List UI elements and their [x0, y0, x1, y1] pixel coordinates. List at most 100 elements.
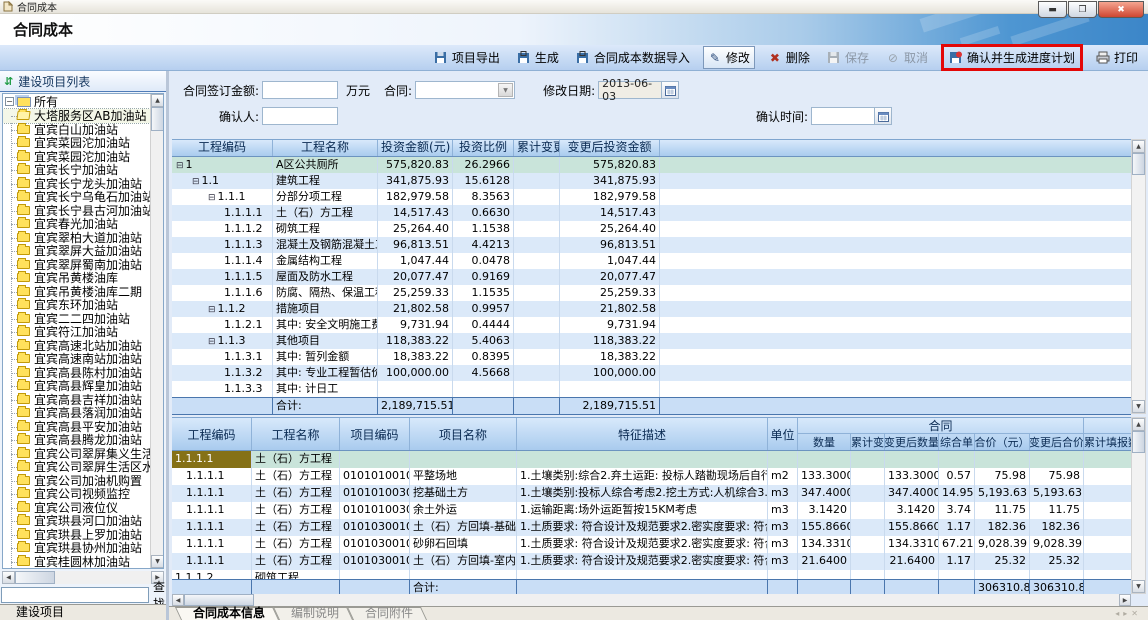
scroll-up-icon[interactable]: ▲: [1132, 140, 1145, 153]
cell-project-code: 010103001001: [340, 519, 410, 536]
column-header[interactable]: 变更后投资金额: [560, 140, 660, 156]
table-row[interactable]: 1.1.1.5屋面及防水工程20,077.470.916920,077.47: [172, 269, 1131, 285]
cell-project-name: 余土外运: [410, 502, 517, 519]
tab-construction-projects[interactable]: 建设项目: [8, 603, 78, 620]
delete-button[interactable]: ✖删除: [764, 47, 814, 68]
table-row[interactable]: 1.1.1.3混凝土及钢筋混凝土工程96,813.514.421396,813.…: [172, 237, 1131, 253]
column-header[interactable]: 累计变更金: [514, 140, 560, 156]
table-row[interactable]: 1.1.1.4金属结构工程1,047.440.04781,047.44: [172, 253, 1131, 269]
table1-vertical-scrollbar[interactable]: ▲ ▼: [1131, 139, 1146, 414]
scroll-thumb[interactable]: [184, 594, 254, 606]
cell-filler: [660, 333, 1131, 349]
column-header[interactable]: 投资金额(元): [378, 140, 453, 156]
table-row[interactable]: 1.1.1.1土（石）方工程010103001003土（石）方回填-室内1.土质…: [172, 553, 1131, 570]
scroll-down-icon[interactable]: ▼: [1132, 400, 1145, 413]
tree-horizontal-scrollbar[interactable]: ◀ ▶: [2, 571, 164, 584]
close-button[interactable]: ✖: [1098, 1, 1144, 18]
contract-select[interactable]: ▼: [415, 81, 515, 99]
collapse-icon[interactable]: ⊟: [208, 337, 216, 347]
calendar-icon[interactable]: [662, 81, 679, 99]
column-header[interactable]: 项目名称: [410, 418, 517, 450]
tab-编制说明[interactable]: 编制说明: [281, 607, 355, 620]
import-button[interactable]: 合同成本数据导入: [572, 47, 694, 68]
table-row[interactable]: ⊟1A区公共厕所575,820.8326.2966575,820.83: [172, 157, 1131, 173]
edit-button[interactable]: ✎修改: [703, 46, 755, 69]
table-row[interactable]: 1.1.1.6防腐、隔热、保温工程25,259.331.153525,259.3…: [172, 285, 1131, 301]
column-header[interactable]: 变更后数量: [885, 434, 939, 450]
scroll-left-icon[interactable]: ◀: [172, 594, 184, 606]
column-header[interactable]: 工程名称: [273, 140, 378, 156]
column-header[interactable]: 变更后合价: [1030, 434, 1084, 450]
cell-unit: m3: [768, 502, 798, 519]
cell-filler: [1084, 536, 1131, 553]
table-row[interactable]: 1.1.3.3其中: 计日工: [172, 381, 1131, 397]
column-header[interactable]: 累计变: [851, 434, 885, 450]
main-horizontal-scrollbar[interactable]: ◀ ▶: [172, 594, 1131, 606]
column-header[interactable]: 投资比例: [453, 140, 514, 156]
calendar-icon[interactable]: [875, 107, 892, 125]
column-header[interactable]: 单位: [768, 418, 798, 450]
column-header[interactable]: 工程名称: [252, 418, 340, 450]
scroll-down-icon[interactable]: ▼: [151, 555, 164, 568]
scroll-left-icon[interactable]: ◀: [2, 571, 15, 584]
table-row[interactable]: 1.1.1.1土（石）方工程: [172, 451, 1131, 468]
collapse-icon[interactable]: −: [5, 97, 14, 106]
tab-scroll-controls[interactable]: ◂▸✕: [1115, 609, 1142, 618]
collapse-icon[interactable]: ⊟: [208, 193, 216, 203]
scroll-thumb[interactable]: [15, 571, 55, 584]
table2-vertical-scrollbar[interactable]: ▲ ▼: [1131, 417, 1146, 594]
generate-button[interactable]: 生成: [513, 47, 563, 68]
scroll-down-icon[interactable]: ▼: [1132, 580, 1145, 593]
table-row[interactable]: 1.1.1.1土（石）方工程010101003002余土外运1.运输距离:场外运…: [172, 502, 1131, 519]
table-row[interactable]: ⊟1.1.2措施项目21,802.580.995721,802.58: [172, 301, 1131, 317]
cell-name: 屋面及防水工程: [273, 269, 378, 285]
search-input[interactable]: [1, 587, 149, 603]
collapse-icon[interactable]: ⊟: [192, 177, 200, 187]
table-row[interactable]: 1.1.3.1其中: 暂列金额18,383.220.839518,383.22: [172, 349, 1131, 365]
table-row[interactable]: 1.1.1.1土（石）方工程010101001001平整场地1.土壤类别:综合2…: [172, 468, 1131, 485]
print-button[interactable]: 打印: [1092, 47, 1142, 68]
table-row[interactable]: ⊟1.1建筑工程341,875.9315.6128341,875.93: [172, 173, 1131, 189]
table-row[interactable]: ⊟1.1.1分部分项工程182,979.588.3563182,979.58: [172, 189, 1131, 205]
cell-after-amount: 1,047.44: [560, 253, 660, 269]
scroll-up-icon[interactable]: ▲: [1132, 418, 1145, 431]
table-row[interactable]: 1.1.1.2砌筑工程25,264.401.153825,264.40: [172, 221, 1131, 237]
column-header[interactable]: 工程编码: [172, 140, 273, 156]
tree-vertical-scrollbar[interactable]: ▲ ▼: [150, 94, 163, 568]
scroll-up-icon[interactable]: ▲: [151, 94, 164, 107]
table-row[interactable]: ⊟1.1.3其他项目118,383.225.4063118,383.22: [172, 333, 1131, 349]
cell-code: 1.1.1.2: [172, 570, 252, 579]
cancel-button[interactable]: ⊘取消: [882, 47, 932, 68]
column-header[interactable]: 项目编码: [340, 418, 410, 450]
table-row[interactable]: 1.1.1.1土（石）方工程010101003001挖基础土方1.土壤类别:投标…: [172, 485, 1131, 502]
scroll-thumb[interactable]: [1132, 153, 1145, 175]
scroll-thumb[interactable]: [151, 107, 164, 131]
scroll-thumb[interactable]: [1132, 431, 1145, 453]
refresh-icon[interactable]: ⇵: [4, 75, 13, 88]
confirm-button[interactable]: 确认并生成进度计划: [945, 47, 1079, 68]
column-header[interactable]: 工程编码: [172, 418, 252, 450]
column-header[interactable]: 合价（元）: [975, 434, 1030, 450]
column-header[interactable]: 综合单: [939, 434, 975, 450]
export-button[interactable]: 项目导出: [430, 47, 504, 68]
tab-合同附件[interactable]: 合同附件: [355, 607, 429, 620]
table-row[interactable]: 1.1.1.1土（石）方工程14,517.430.663014,517.43: [172, 205, 1131, 221]
collapse-icon[interactable]: ⊟: [208, 305, 216, 315]
table-row[interactable]: 1.1.3.2其中: 专业工程暂估价100,000.004.5668100,00…: [172, 365, 1131, 381]
save-button[interactable]: 保存: [823, 47, 873, 68]
table-row[interactable]: 1.1.1.1土（石）方工程010103001002砂卵石回填1.土质要求: 符…: [172, 536, 1131, 553]
amount-label: 合同签订金额:: [169, 82, 259, 99]
table-row[interactable]: 1.1.1.1土（石）方工程010103001001土（石）方回填-基础1.土质…: [172, 519, 1131, 536]
column-header[interactable]: 数量: [798, 434, 851, 450]
collapse-icon[interactable]: ⊟: [176, 161, 184, 171]
chevron-down-icon[interactable]: ▼: [498, 83, 513, 97]
restore-button[interactable]: ❐: [1068, 1, 1097, 18]
scroll-right-icon[interactable]: ▶: [1119, 594, 1131, 606]
column-header[interactable]: 特征描述: [517, 418, 768, 450]
contract-amount-input[interactable]: [262, 81, 338, 99]
confirm-person-input[interactable]: [262, 107, 338, 125]
table-row[interactable]: 1.1.1.2砌筑工程: [172, 570, 1131, 579]
tab-合同成本信息[interactable]: 合同成本信息: [183, 607, 281, 620]
table-row[interactable]: 1.1.2.1其中: 安全文明施工费9,731.940.44449,731.94: [172, 317, 1131, 333]
minimize-button[interactable]: ▬: [1038, 1, 1067, 18]
